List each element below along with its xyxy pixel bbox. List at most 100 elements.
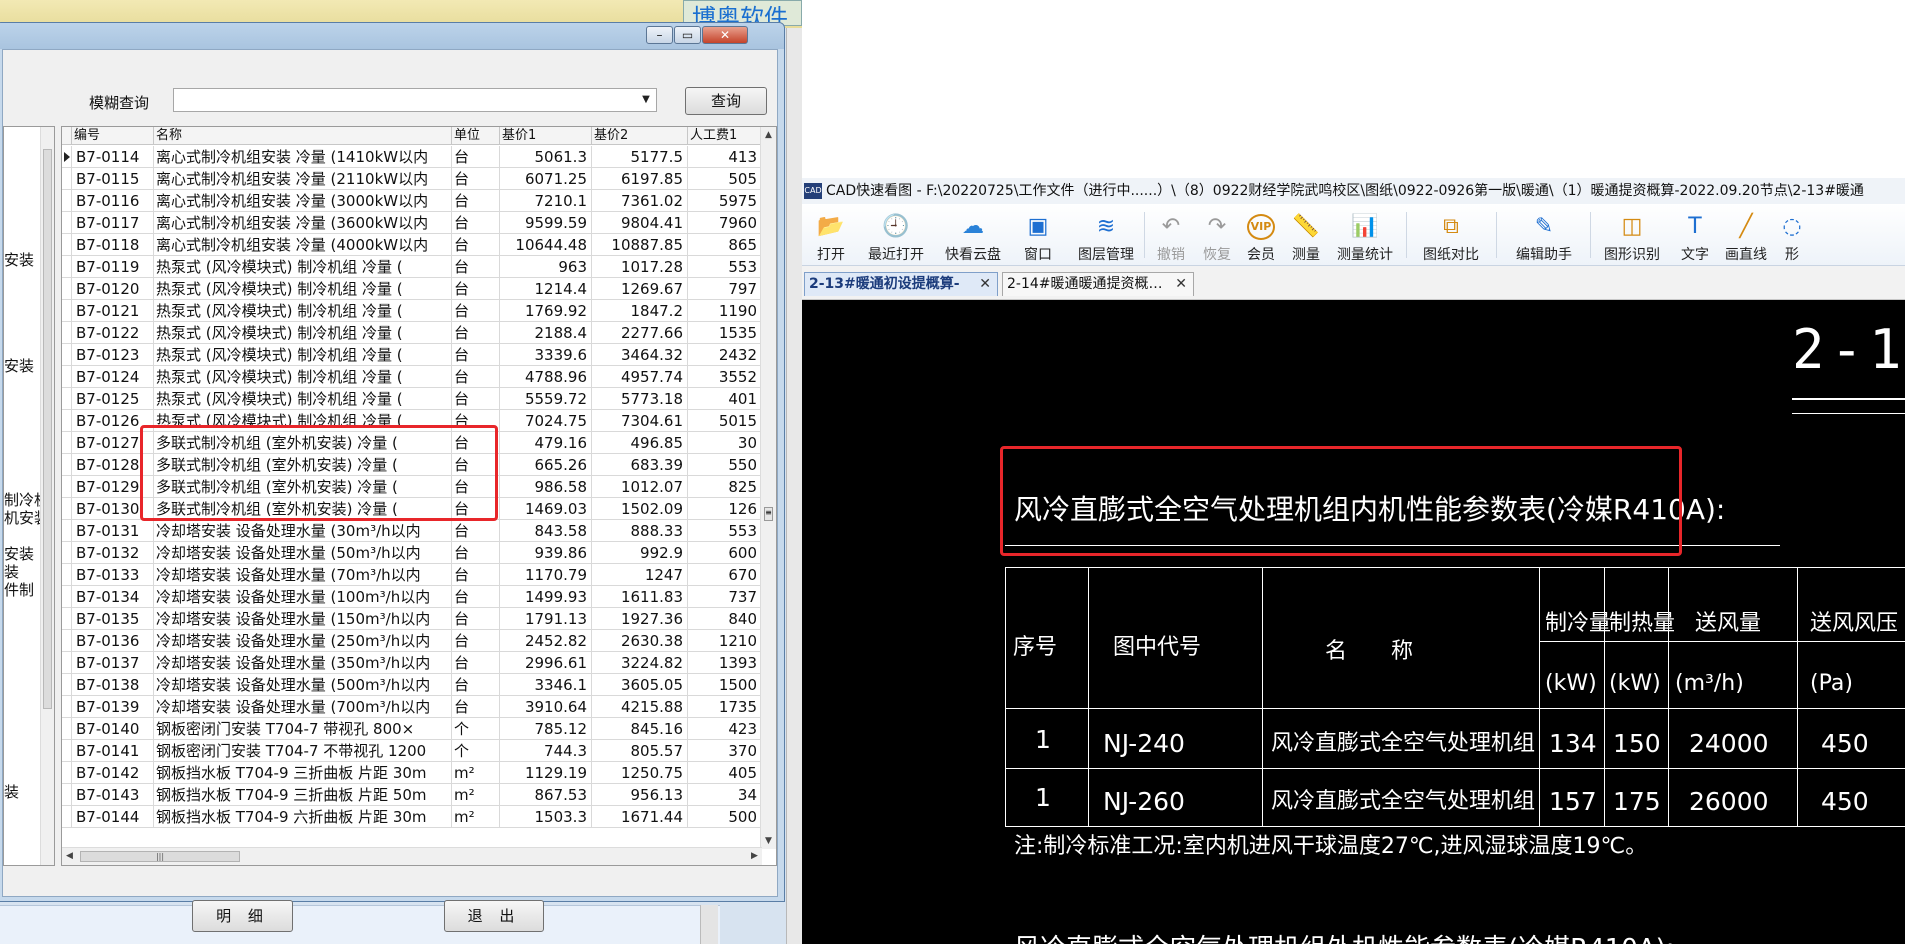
drawing-canvas[interactable]: 2-13 风冷直膨式全空气处理机组内机性能参数表(冷媒R410A): [802,300,1905,944]
table-row[interactable]: B7-0132 冷却塔安装 设备处理水量 (50m³/h以内台 939.86 992.… [62,542,762,564]
cell-labor-cost: 370 [688,740,762,762]
row-indicator [62,146,72,168]
table-row[interactable]: B7-0124 热泵式 (风冷模块式) 制冷机组 冷量 (台 4788.96 4957… [62,366,762,388]
cell-code: B7-0120 [72,278,154,300]
table-row[interactable]: B7-0115 离心式制冷机组安装 冷量 (2110kW以内台 6071.25 619… [62,168,762,190]
close-icon[interactable]: ✕ [979,273,991,295]
toolbar-button[interactable]: ✎ 编辑助手 [1502,204,1586,266]
table-row[interactable]: B7-0121 热泵式 (风冷模块式) 制冷机组 冷量 (台 1769.92 1847… [62,300,762,322]
tab-2-14[interactable]: 2-14#暖通暖通提资概… ✕ [1002,272,1194,296]
toolbar-button[interactable]: ▣ 窗口 [1010,204,1066,266]
scroll-right-icon[interactable]: ▶ [747,848,762,864]
table-row[interactable]: B7-0136 冷却塔安装 设备处理水量 (250m³/h以内台 2452.82 26… [62,630,762,652]
toolbar-button[interactable]: 🕘 最近打开 [856,204,936,266]
detail-button[interactable]: 明 细 [192,900,293,932]
close-icon[interactable]: ✕ [1175,273,1187,295]
table-row[interactable]: B7-0144 钢板挡水板 T704-9 六折曲板 片距 30m m² 1503.3 1… [62,806,762,828]
maximize-button[interactable]: ▭ [674,26,701,44]
toolbar-button[interactable]: VIP 会员 [1242,204,1280,266]
toolbar-button[interactable]: ╱ 画直线 [1720,204,1772,266]
table-row[interactable]: B7-0114 离心式制冷机组安装 冷量 (1410kW以内台 5061.3 5177… [62,146,762,168]
cell-labor-cost: 401 [688,388,762,410]
header-base-price-1[interactable]: 基价1 [500,127,592,145]
grid-hscroll-thumb[interactable]: ||| [80,851,240,862]
cell-code: NJ-260 [1103,787,1185,816]
toolbar-button[interactable]: ↷ 恢复 [1194,204,1240,266]
toolbar-button[interactable]: ≋ 图层管理 [1070,204,1142,266]
table-row[interactable]: B7-0125 热泵式 (风冷模块式) 制冷机组 冷量 (台 5559.72 5773… [62,388,762,410]
table-row[interactable]: B7-0116 离心式制冷机组安装 冷量 (3000kW以内台 7210.1 7361… [62,190,762,212]
header-code[interactable]: 编号 [72,127,154,145]
cell-base-price-2: 4215.88 [592,696,688,718]
table-row[interactable]: B7-0134 冷却塔安装 设备处理水量 (100m³/h以内台 1499.93 16… [62,586,762,608]
dialog-titlebar[interactable]: – ▭ ✕ [0,23,784,49]
table-row[interactable]: B7-0123 热泵式 (风冷模块式) 制冷机组 冷量 (台 3339.6 3464.… [62,344,762,366]
scroll-left-icon[interactable]: ◀ [62,848,77,864]
tree-item[interactable]: 件制 [4,579,34,600]
toolbar-button[interactable]: ☁ 快看云盘 [940,204,1006,266]
table-row[interactable]: B7-0140 钢板密闭门安装 T704-7 带视孔 800× 个 785.12 845… [62,718,762,740]
table-row[interactable]: B7-0128 多联式制冷机组 (室外机安装) 冷量 (台 665.26 683.39… [62,454,762,476]
exit-button[interactable]: 退 出 [444,900,544,932]
grid-horizontal-scrollbar[interactable]: ◀ ||| ▶ [62,847,762,865]
search-input[interactable]: ▼ [173,88,657,112]
toolbar-button[interactable]: 📏 测量 [1286,204,1326,266]
scroll-down-icon[interactable]: ▼ [761,833,776,849]
toolbar-label: 打开 [817,247,845,263]
grid-vertical-scrollbar[interactable]: ▲ ≡ ▼ [760,127,776,849]
cell-base-price-1: 479.16 [500,432,592,454]
table-row[interactable]: B7-0120 热泵式 (风冷模块式) 制冷机组 冷量 (台 1214.4 1269.… [62,278,762,300]
table-row[interactable]: B7-0119 热泵式 (风冷模块式) 制冷机组 冷量 (台 963 1017.28 5… [62,256,762,278]
table-row[interactable]: B7-0122 热泵式 (风冷模块式) 制冷机组 冷量 (台 2188.4 2277.… [62,322,762,344]
header-name[interactable]: 名称 [154,127,452,145]
cell-unit: 台 [452,234,500,256]
tree-item[interactable]: 安装 [4,249,34,270]
toolbar-button[interactable]: 📂 打开 [806,204,856,266]
table-row[interactable]: B7-0117 离心式制冷机组安装 冷量 (3600kW以内台 9599.59 980… [62,212,762,234]
tree-item[interactable]: 装 [4,781,19,802]
header-pressure: 送风风压 [1810,611,1899,636]
table-row[interactable]: B7-0131 冷却塔安装 设备处理水量 (30m³/h以内台 843.58 888.… [62,520,762,542]
toolbar-label: 撤销 [1157,247,1185,263]
toolbar-label: 图形识别 [1604,247,1660,263]
header-base-price-2[interactable]: 基价2 [592,127,688,145]
tree-scrollbar[interactable] [40,127,54,865]
table-row[interactable]: B7-0137 冷却塔安装 设备处理水量 (350m³/h以内台 2996.61 32… [62,652,762,674]
table-row[interactable]: B7-0129 多联式制冷机组 (室外机安装) 冷量 (台 986.58 1012.0… [62,476,762,498]
table-row[interactable]: B7-0142 钢板挡水板 T704-9 三折曲板 片距 30m m² 1129.19… [62,762,762,784]
table-row[interactable]: B7-0133 冷却塔安装 设备处理水量 (70m³/h以内台 1170.79 124… [62,564,762,586]
toolbar-button[interactable]: T 文字 [1670,204,1720,266]
close-button[interactable]: ✕ [702,26,748,44]
toolbar-button[interactable]: ↶ 撤销 [1148,204,1194,266]
tree-scroll-thumb[interactable] [43,149,52,709]
toolbar-button[interactable]: ⧉ 图纸对比 [1410,204,1492,266]
table-row[interactable]: B7-0139 冷却塔安装 设备处理水量 (700m³/h以内台 3910.64 42… [62,696,762,718]
grid-scroll-thumb[interactable]: ≡ [764,507,773,521]
header-unit[interactable]: 单位 [452,127,500,145]
toolbar-button[interactable]: 📊 测量统计 [1332,204,1398,266]
cell-name: 冷却塔安装 设备处理水量 (500m³/h以内 [154,674,452,696]
table-row[interactable]: B7-0143 钢板挡水板 T704-9 三折曲板 片距 50m m² 867.53 9… [62,784,762,806]
background-scrollbar[interactable] [700,905,718,944]
chevron-down-icon[interactable]: ▼ [638,91,654,109]
cad-titlebar[interactable]: CAD CAD快速看图 - F:\20220725\工作文件（进行中......… [802,178,1905,204]
header-labor-cost[interactable]: 人工费1 [688,127,762,145]
query-button[interactable]: 查询 [685,87,767,115]
minimize-button[interactable]: – [646,26,673,44]
table-row[interactable]: B7-0130 多联式制冷机组 (室外机安装) 冷量 (台 1469.03 1502.… [62,498,762,520]
quota-grid[interactable]: 编号 名称 单位 基价1 基价2 人工费1 B7-0114 离心式制冷机组安装 冷… [61,126,777,866]
tab-2-13[interactable]: 2-13#暖通初设提概算- ✕ [804,272,998,296]
cell-unit: 台 [452,256,500,278]
tree-item[interactable]: 安装 [4,355,34,376]
toolbar-button[interactable]: ◫ 图形识别 [1596,204,1668,266]
table-row[interactable]: B7-0138 冷却塔安装 设备处理水量 (500m³/h以内台 3346.1 360… [62,674,762,696]
table-row[interactable]: B7-0118 离心式制冷机组安装 冷量 (4000kW以内台 10644.48 10… [62,234,762,256]
background-scroll-panel[interactable] [786,28,802,944]
table-row[interactable]: B7-0135 冷却塔安装 设备处理水量 (150m³/h以内台 1791.13 19… [62,608,762,630]
category-tree[interactable]: 安装 安装 制冷机 机安装 安装 装 件制 装 [3,126,55,866]
table-row[interactable]: B7-0141 钢板密闭门安装 T704-7 不带视孔 1200 个 744.3 805… [62,740,762,762]
table-row[interactable]: B7-0126 热泵式 (风冷模块式) 制冷机组 冷量 (台 7024.75 7304… [62,410,762,432]
scroll-up-icon[interactable]: ▲ [761,127,776,143]
table-row[interactable]: B7-0127 多联式制冷机组 (室外机安装) 冷量 (台 479.16 496.85… [62,432,762,454]
toolbar-button[interactable]: ◌ 形 [1772,204,1812,266]
